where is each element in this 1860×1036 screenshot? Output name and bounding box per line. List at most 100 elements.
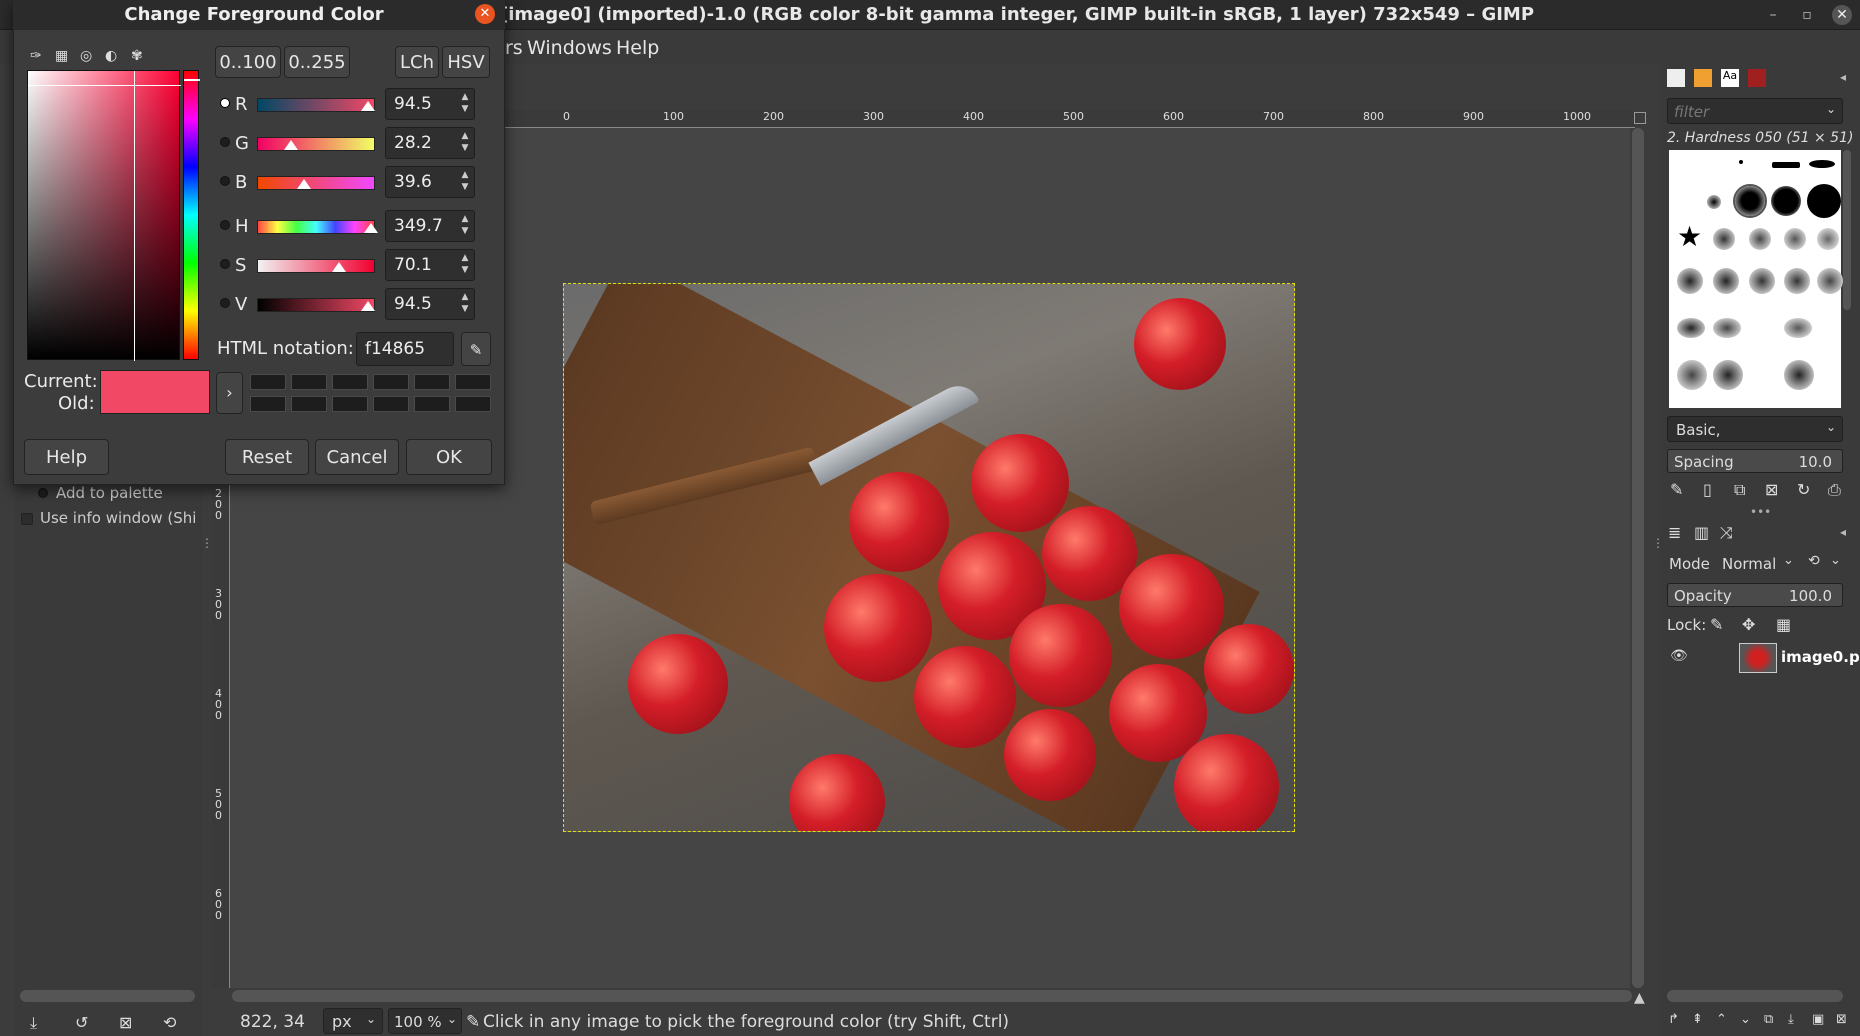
dialog-close-icon[interactable]: ✕: [475, 4, 495, 24]
channel-slider-b[interactable]: [257, 176, 375, 190]
history-swatch[interactable]: [332, 396, 368, 412]
channel-value-s[interactable]: 70.1 ▲ ▼: [385, 249, 475, 281]
mask-layer-icon[interactable]: ▣: [1812, 1012, 1824, 1027]
lch-button[interactable]: LCh: [395, 46, 439, 78]
brush-thumb[interactable]: [1713, 318, 1741, 338]
fonts-tab-icon[interactable]: Aa: [1721, 69, 1739, 87]
new-layer-group-icon[interactable]: ↱: [1668, 1012, 1679, 1027]
triangle-selector-icon[interactable]: ◎: [80, 48, 92, 64]
history-swatch[interactable]: [373, 396, 409, 412]
brush-thumb[interactable]: [1772, 162, 1800, 168]
delete-layer-icon[interactable]: ⊠: [1836, 1012, 1847, 1027]
canvas-vertical-scrollbar[interactable]: [1632, 128, 1644, 988]
unit-select[interactable]: px ⌄: [323, 1008, 383, 1034]
channel-radio-b[interactable]: [220, 176, 230, 186]
lock-position-icon[interactable]: ✥: [1742, 615, 1755, 634]
new-layer-icon[interactable]: ⇞: [1692, 1012, 1703, 1027]
brush-thumb[interactable]: [1784, 360, 1814, 390]
hue-strip[interactable]: [183, 70, 200, 360]
star-brush-icon[interactable]: ★: [1677, 220, 1702, 253]
merge-layer-icon[interactable]: ⤓: [1788, 1012, 1794, 1027]
brush-grid[interactable]: ★: [1669, 150, 1843, 408]
brush-thumb[interactable]: [1713, 360, 1743, 390]
brush-thumb[interactable]: [1784, 228, 1806, 250]
brush-thumb[interactable]: [1784, 268, 1810, 294]
channel-slider-g[interactable]: [257, 137, 375, 151]
lock-pixels-icon[interactable]: ✎: [1710, 615, 1723, 634]
brush-thumb[interactable]: [1817, 268, 1843, 294]
channel-value-h[interactable]: 349.7 ▲ ▼: [385, 210, 475, 242]
history-swatch[interactable]: [373, 374, 409, 390]
menu-item-filters[interactable]: rs: [505, 37, 523, 59]
saturation-value-area[interactable]: [27, 70, 181, 361]
channel-slider-s[interactable]: [257, 259, 375, 273]
layer-mode-value[interactable]: Normal: [1722, 555, 1776, 573]
brush-thumb[interactable]: [1707, 195, 1721, 209]
channel-value-b[interactable]: 39.6 ▲ ▼: [385, 166, 475, 198]
delete-tool-options-icon[interactable]: ⊠: [119, 1013, 132, 1032]
channel-slider-h[interactable]: [257, 220, 378, 234]
dock-menu-icon[interactable]: ◂: [1840, 70, 1846, 84]
add-to-history-button[interactable]: ›: [216, 372, 243, 414]
add-to-palette-radio[interactable]: [38, 488, 48, 498]
duplicate-layer-icon[interactable]: ⧉: [1764, 1012, 1773, 1027]
eye-icon[interactable]: 👁: [1670, 648, 1688, 664]
spin-arrows-icon[interactable]: ▲ ▼: [458, 130, 472, 154]
layer-row[interactable]: 👁 image0.pn: [1664, 640, 1860, 676]
brush-thumb[interactable]: [1677, 318, 1705, 338]
duplicate-brush-icon[interactable]: ⧉: [1734, 480, 1745, 500]
color-picker-icon[interactable]: ✎: [461, 332, 491, 366]
navigate-icon[interactable]: ▲: [1634, 990, 1645, 1006]
history-swatch[interactable]: [250, 396, 286, 412]
brush-grid-scrollbar[interactable]: [1843, 150, 1851, 310]
left-dock-scrollbar[interactable]: [20, 990, 195, 1002]
brush-thumb[interactable]: [1749, 228, 1771, 250]
channel-radio-g[interactable]: [220, 137, 230, 147]
brush-thumb[interactable]: [1809, 160, 1835, 168]
lower-layer-icon[interactable]: ⌄: [1740, 1012, 1751, 1027]
close-icon[interactable]: ✕: [1832, 5, 1852, 25]
raise-layer-icon[interactable]: ⌃: [1716, 1012, 1727, 1027]
ok-button[interactable]: OK: [406, 439, 492, 475]
history-swatch[interactable]: [455, 396, 491, 412]
channel-value-r[interactable]: 94.5 ▲ ▼: [385, 88, 475, 120]
channel-radio-h[interactable]: [220, 220, 230, 230]
maximize-icon[interactable]: ▫: [1797, 5, 1817, 25]
brush-thumb[interactable]: [1713, 228, 1735, 250]
brush-thumb[interactable]: [1713, 268, 1739, 294]
dock-grip-icon[interactable]: ⋮: [201, 537, 213, 562]
gradients-tab-icon[interactable]: [1748, 69, 1766, 87]
use-info-window-checkbox[interactable]: [21, 513, 33, 525]
history-swatch[interactable]: [291, 396, 327, 412]
brush-thumb[interactable]: [1784, 318, 1812, 338]
zoom-select[interactable]: 100 % ⌄: [388, 1008, 462, 1034]
brushes-tab-icon[interactable]: [1667, 69, 1685, 87]
channels-tab-icon[interactable]: ▥: [1694, 523, 1709, 542]
spin-arrows-icon[interactable]: ▲ ▼: [458, 291, 472, 315]
chevron-down-icon[interactable]: ⌄: [1783, 553, 1794, 568]
history-swatch[interactable]: [455, 374, 491, 390]
history-swatch[interactable]: [414, 374, 450, 390]
spin-arrows-icon[interactable]: ▲ ▼: [458, 169, 472, 193]
restore-tool-options-icon[interactable]: ↺: [75, 1013, 88, 1032]
watercolor-selector-icon[interactable]: ✾: [131, 48, 143, 64]
brush-thumb[interactable]: [1677, 360, 1707, 390]
minimize-icon[interactable]: –: [1763, 5, 1783, 25]
spin-arrows-icon[interactable]: ▲ ▼: [458, 213, 472, 237]
brush-thumb[interactable]: [1807, 184, 1841, 218]
layers-tab-icon[interactable]: ≣: [1668, 523, 1681, 542]
range-0-100-button[interactable]: 0..100: [215, 46, 281, 78]
canvas-horizontal-scrollbar[interactable]: [232, 990, 1632, 1002]
dock-menu-icon[interactable]: ◂: [1840, 525, 1846, 539]
spin-arrows-icon[interactable]: ▲ ▼: [458, 91, 472, 115]
wheel-selector-icon[interactable]: ◐: [105, 48, 117, 64]
chevron-down-icon[interactable]: ⌄: [1830, 553, 1841, 568]
history-swatch[interactable]: [414, 396, 450, 412]
history-swatch[interactable]: [332, 374, 368, 390]
brush-filter-input[interactable]: filter ⌄: [1667, 98, 1843, 124]
brush-thumb[interactable]: [1771, 186, 1801, 216]
lock-alpha-icon[interactable]: ▦: [1776, 615, 1791, 634]
spacing-slider[interactable]: Spacing 10.0: [1667, 449, 1843, 473]
save-tool-options-icon[interactable]: ⤓: [30, 1013, 37, 1033]
channel-radio-v[interactable]: [220, 298, 230, 308]
